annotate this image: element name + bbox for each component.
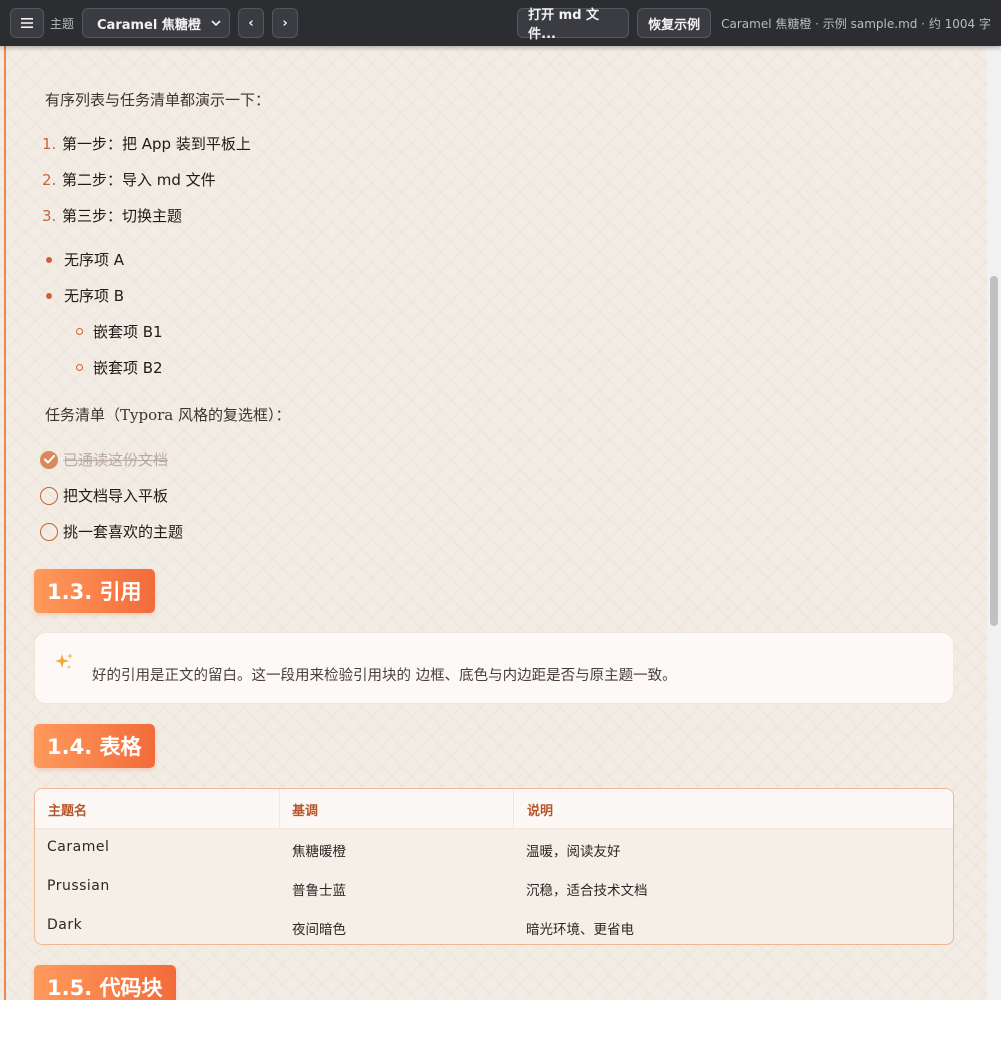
blockquote: 好的引用是正文的留白。这一段用来检验引用块的 边框、底色与内边距是否与原主题一致… — [34, 632, 954, 704]
table-cell: 暗光环境、更省电 — [526, 922, 634, 938]
table-header-row: 主题名 基调 说明 — [35, 789, 953, 829]
bullet-ring — [76, 328, 83, 335]
task-text: 把文档导入平板 — [63, 487, 169, 505]
next-theme-button[interactable]: › — [272, 8, 299, 38]
table-cell: 温暖，阅读友好 — [526, 844, 621, 860]
ordered-item: 1. 第一步：把 App 装到平板上 — [34, 133, 251, 154]
task-item: 挑一套喜欢的主题 — [34, 521, 183, 542]
heading-table: 1.4. 表格 — [34, 724, 155, 768]
unordered-text: 无序项 B — [64, 287, 125, 305]
ordered-number: 3. — [42, 206, 57, 225]
heading-code: 1.5. 代码块 — [34, 965, 176, 1000]
column-divider — [279, 789, 280, 829]
ordered-item: 3. 第三步：切换主题 — [34, 205, 182, 226]
unordered-text: 无序项 A — [64, 251, 125, 269]
ordered-item: 2. 第二步：导入 md 文件 — [34, 169, 216, 190]
bullet-dot — [46, 292, 52, 299]
theme-select-value: Caramel 焦糖橙 — [97, 17, 201, 33]
column-divider — [513, 789, 514, 829]
heading-quote: 1.3. 引用 — [34, 569, 155, 613]
table-header-cell: 基调 — [292, 803, 319, 819]
bullet-dot — [46, 256, 52, 263]
task-item: 把文档导入平板 — [34, 485, 168, 506]
open-file-button[interactable]: 打开 md 文件... — [517, 8, 630, 42]
task-text: 已通读这份文档 — [63, 451, 169, 469]
empty-circle-icon[interactable] — [40, 522, 58, 541]
bottom-blank-area — [0, 1000, 1001, 1045]
document-viewport: 有序列表与任务清单都演示一下： 1. 第一步：把 App 装到平板上 2. 第二… — [0, 0, 1001, 1000]
table-cell: 焦糖暖橙 — [292, 844, 346, 860]
task-item: 已通读这份文档 — [34, 449, 168, 470]
ordered-number: 1. — [42, 134, 57, 153]
nested-text: 嵌套项 B1 — [93, 323, 163, 341]
menu-button[interactable] — [10, 8, 44, 38]
tasks-intro: 任务清单（Typora 风格的复选框）： — [45, 406, 291, 424]
status-text: Caramel 焦糖橙 · 示例 sample.md · 约 1004 字 — [721, 16, 991, 31]
task-text: 挑一套喜欢的主题 — [63, 523, 184, 541]
accent-rail — [4, 0, 6, 1000]
sparkles-icon — [55, 653, 73, 669]
nested-item: 嵌套项 B1 — [34, 321, 163, 342]
ordered-text: 第二步：导入 md 文件 — [62, 171, 216, 189]
hamburger-menu-icon — [21, 18, 33, 28]
data-table: 主题名 基调 说明 Caramel 焦糖暖橙 温暖，阅读友好 Prussian … — [34, 788, 954, 945]
table-cell: Dark — [47, 917, 83, 933]
ordered-text: 第三步：切换主题 — [62, 207, 183, 225]
theme-select[interactable]: Caramel 焦糖橙 — [82, 8, 231, 38]
bullet-ring — [76, 364, 83, 371]
table-cell: 夜间暗色 — [292, 922, 346, 938]
ordered-number: 2. — [42, 170, 57, 189]
empty-circle-icon[interactable] — [40, 486, 58, 505]
table-cell: Prussian — [47, 878, 110, 894]
restore-sample-button[interactable]: 恢复示例 — [637, 8, 712, 38]
top-toolbar: 主题 Caramel 焦糖橙 ‹ › 打开 md 文件... 恢复示例 Cara… — [0, 0, 1001, 46]
prev-theme-button[interactable]: ‹ — [238, 8, 265, 38]
table-cell: Caramel — [47, 839, 110, 855]
check-circle-icon[interactable] — [40, 450, 58, 469]
theme-label: 主题 — [50, 16, 75, 31]
unordered-item: 无序项 A — [34, 249, 124, 270]
chevron-down-icon — [211, 20, 221, 26]
ordered-text: 第一步：把 App 装到平板上 — [62, 135, 251, 153]
table-cell: 普鲁士蓝 — [292, 883, 346, 899]
lists-intro: 有序列表与任务清单都演示一下： — [45, 91, 271, 109]
quote-text: 好的引用是正文的留白。这一段用来检验引用块的 边框、底色与内边距是否与原主题一致… — [92, 667, 677, 684]
table-cell: 沉稳，适合技术文档 — [526, 883, 648, 899]
nested-text: 嵌套项 B2 — [93, 359, 163, 377]
scrollbar-thumb[interactable] — [990, 276, 998, 626]
unordered-item: 无序项 B — [34, 285, 124, 306]
table-header-cell: 主题名 — [48, 803, 88, 819]
nested-item: 嵌套项 B2 — [34, 357, 163, 378]
table-header-cell: 说明 — [527, 803, 554, 819]
